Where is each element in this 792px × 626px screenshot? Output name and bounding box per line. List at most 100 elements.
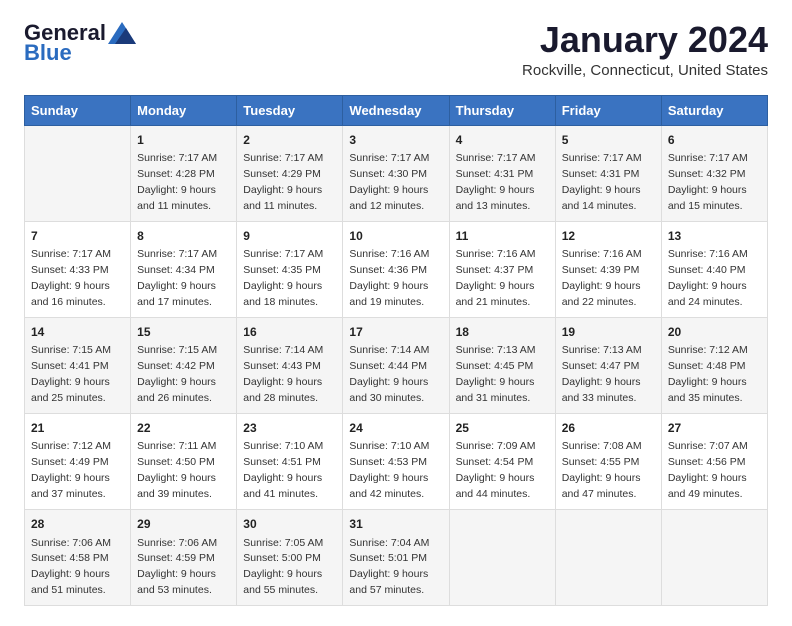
- calendar-day-cell: 22 Sunrise: 7:11 AMSunset: 4:50 PMDayligh…: [131, 414, 237, 510]
- day-info: Sunrise: 7:12 AMSunset: 4:48 PMDaylight:…: [668, 344, 748, 404]
- day-info: Sunrise: 7:14 AMSunset: 4:44 PMDaylight:…: [349, 344, 429, 404]
- calendar-day-cell: 7Sunrise: 7:17 AMSunset: 4:33 PMDaylight…: [25, 221, 131, 317]
- calendar-table: SundayMondayTuesdayWednesdayThursdayFrid…: [24, 95, 768, 607]
- day-info: Sunrise: 7:16 AMSunset: 4:39 PMDaylight:…: [562, 248, 642, 308]
- day-number: 20: [668, 324, 761, 341]
- day-info: Sunrise: 7:13 AMSunset: 4:47 PMDaylight:…: [562, 344, 642, 404]
- day-info: Sunrise: 7:07 AMSunset: 4:56 PMDaylight:…: [668, 440, 748, 500]
- day-number: 10: [349, 228, 442, 245]
- calendar-day-cell: 4 Sunrise: 7:17 AMSunset: 4:31 PMDaylight…: [449, 125, 555, 221]
- calendar-day-cell: 30Sunrise: 7:05 AMSunset: 5:00 PMDayligh…: [237, 510, 343, 606]
- calendar-day-cell: 13 Sunrise: 7:16 AMSunset: 4:40 PMDayligh…: [661, 221, 767, 317]
- calendar-day-cell: 1 Sunrise: 7:17 AMSunset: 4:28 PMDaylight…: [131, 125, 237, 221]
- calendar-body: 1 Sunrise: 7:17 AMSunset: 4:28 PMDaylight…: [25, 125, 768, 606]
- calendar-header: SundayMondayTuesdayWednesdayThursdayFrid…: [25, 95, 768, 125]
- day-number: 28: [31, 516, 124, 533]
- day-number: 26: [562, 420, 655, 437]
- day-number: 11: [456, 228, 549, 245]
- day-info: Sunrise: 7:14 AMSunset: 4:43 PMDaylight:…: [243, 344, 323, 404]
- calendar-day-cell: 26 Sunrise: 7:08 AMSunset: 4:55 PMDayligh…: [555, 414, 661, 510]
- calendar-day-cell: 6 Sunrise: 7:17 AMSunset: 4:32 PMDaylight…: [661, 125, 767, 221]
- day-info: Sunrise: 7:13 AMSunset: 4:45 PMDaylight:…: [456, 344, 536, 404]
- day-info: Sunrise: 7:11 AMSunset: 4:50 PMDaylight:…: [137, 440, 216, 500]
- day-number: 23: [243, 420, 336, 437]
- day-info: Sunrise: 7:10 AMSunset: 4:51 PMDaylight:…: [243, 440, 323, 500]
- day-info: Sunrise: 7:17 AMSunset: 4:28 PMDaylight:…: [137, 152, 217, 212]
- calendar-day-cell: 27 Sunrise: 7:07 AMSunset: 4:56 PMDayligh…: [661, 414, 767, 510]
- day-number: 19: [562, 324, 655, 341]
- day-info: Sunrise: 7:04 AMSunset: 5:01 PMDaylight:…: [349, 537, 429, 597]
- weekday-header: Friday: [555, 95, 661, 125]
- calendar-day-cell: 21 Sunrise: 7:12 AMSunset: 4:49 PMDayligh…: [25, 414, 131, 510]
- day-info: Sunrise: 7:16 AMSunset: 4:40 PMDaylight:…: [668, 248, 748, 308]
- calendar-day-cell: 9 Sunrise: 7:17 AMSunset: 4:35 PMDaylight…: [237, 221, 343, 317]
- day-info: Sunrise: 7:17 AMSunset: 4:31 PMDaylight:…: [456, 152, 536, 212]
- calendar-day-cell: [555, 510, 661, 606]
- calendar-day-cell: 31Sunrise: 7:04 AMSunset: 5:01 PMDayligh…: [343, 510, 449, 606]
- weekday-header: Tuesday: [237, 95, 343, 125]
- weekday-header: Thursday: [449, 95, 555, 125]
- calendar-day-cell: 19 Sunrise: 7:13 AMSunset: 4:47 PMDayligh…: [555, 317, 661, 413]
- day-number: 24: [349, 420, 442, 437]
- day-number: 22: [137, 420, 230, 437]
- day-number: 5: [562, 132, 655, 149]
- calendar-day-cell: 29 Sunrise: 7:06 AMSunset: 4:59 PMDayligh…: [131, 510, 237, 606]
- calendar-day-cell: 15 Sunrise: 7:15 AMSunset: 4:42 PMDayligh…: [131, 317, 237, 413]
- day-info: Sunrise: 7:17 AMSunset: 4:29 PMDaylight:…: [243, 152, 323, 212]
- calendar-day-cell: [661, 510, 767, 606]
- day-info: Sunrise: 7:08 AMSunset: 4:55 PMDaylight:…: [562, 440, 642, 500]
- calendar-day-cell: 2 Sunrise: 7:17 AMSunset: 4:29 PMDaylight…: [237, 125, 343, 221]
- day-number: 7: [31, 228, 124, 245]
- day-number: 13: [668, 228, 761, 245]
- day-number: 1: [137, 132, 230, 149]
- day-info: Sunrise: 7:15 AMSunset: 4:41 PMDaylight:…: [31, 344, 111, 404]
- day-number: 21: [31, 420, 124, 437]
- calendar-day-cell: 17Sunrise: 7:14 AMSunset: 4:44 PMDayligh…: [343, 317, 449, 413]
- weekday-header: Monday: [131, 95, 237, 125]
- calendar-day-cell: 8 Sunrise: 7:17 AMSunset: 4:34 PMDaylight…: [131, 221, 237, 317]
- calendar-day-cell: 20 Sunrise: 7:12 AMSunset: 4:48 PMDayligh…: [661, 317, 767, 413]
- day-number: 12: [562, 228, 655, 245]
- calendar-day-cell: 5 Sunrise: 7:17 AMSunset: 4:31 PMDaylight…: [555, 125, 661, 221]
- day-number: 27: [668, 420, 761, 437]
- day-number: 6: [668, 132, 761, 149]
- calendar-week-row: 28Sunrise: 7:06 AMSunset: 4:58 PMDayligh…: [25, 510, 768, 606]
- calendar-day-cell: [25, 125, 131, 221]
- logo-icon: [108, 22, 136, 44]
- calendar-day-cell: 10 Sunrise: 7:16 AMSunset: 4:36 PMDayligh…: [343, 221, 449, 317]
- day-number: 15: [137, 324, 230, 341]
- calendar-day-cell: 18 Sunrise: 7:13 AMSunset: 4:45 PMDayligh…: [449, 317, 555, 413]
- weekday-header: Sunday: [25, 95, 131, 125]
- calendar-day-cell: [449, 510, 555, 606]
- day-number: 9: [243, 228, 336, 245]
- weekday-header: Saturday: [661, 95, 767, 125]
- day-info: Sunrise: 7:17 AMSunset: 4:35 PMDaylight:…: [243, 248, 323, 308]
- day-info: Sunrise: 7:12 AMSunset: 4:49 PMDaylight:…: [31, 440, 111, 500]
- day-number: 2: [243, 132, 336, 149]
- calendar-week-row: 1 Sunrise: 7:17 AMSunset: 4:28 PMDaylight…: [25, 125, 768, 221]
- day-number: 4: [456, 132, 549, 149]
- logo: General Blue: [24, 20, 136, 66]
- day-info: Sunrise: 7:16 AMSunset: 4:36 PMDaylight:…: [349, 248, 429, 308]
- calendar-day-cell: 14Sunrise: 7:15 AMSunset: 4:41 PMDayligh…: [25, 317, 131, 413]
- day-info: Sunrise: 7:17 AMSunset: 4:34 PMDaylight:…: [137, 248, 217, 308]
- day-info: Sunrise: 7:17 AMSunset: 4:31 PMDaylight:…: [562, 152, 642, 212]
- title-section: January 2024 Rockville, Connecticut, Uni…: [522, 20, 768, 79]
- logo-blue-text: Blue: [24, 40, 72, 66]
- day-info: Sunrise: 7:16 AMSunset: 4:37 PMDaylight:…: [456, 248, 536, 308]
- calendar-day-cell: 28Sunrise: 7:06 AMSunset: 4:58 PMDayligh…: [25, 510, 131, 606]
- month-title: January 2024: [522, 20, 768, 60]
- calendar-day-cell: 11 Sunrise: 7:16 AMSunset: 4:37 PMDayligh…: [449, 221, 555, 317]
- calendar-day-cell: 23 Sunrise: 7:10 AMSunset: 4:51 PMDayligh…: [237, 414, 343, 510]
- day-number: 8: [137, 228, 230, 245]
- day-number: 3: [349, 132, 442, 149]
- weekday-header: Wednesday: [343, 95, 449, 125]
- day-info: Sunrise: 7:06 AMSunset: 4:59 PMDaylight:…: [137, 537, 217, 597]
- day-info: Sunrise: 7:15 AMSunset: 4:42 PMDaylight:…: [137, 344, 217, 404]
- calendar-day-cell: 3 Sunrise: 7:17 AMSunset: 4:30 PMDaylight…: [343, 125, 449, 221]
- day-number: 29: [137, 516, 230, 533]
- calendar-week-row: 14Sunrise: 7:15 AMSunset: 4:41 PMDayligh…: [25, 317, 768, 413]
- day-info: Sunrise: 7:17 AMSunset: 4:32 PMDaylight:…: [668, 152, 748, 212]
- day-info: Sunrise: 7:17 AMSunset: 4:30 PMDaylight:…: [349, 152, 429, 212]
- day-number: 18: [456, 324, 549, 341]
